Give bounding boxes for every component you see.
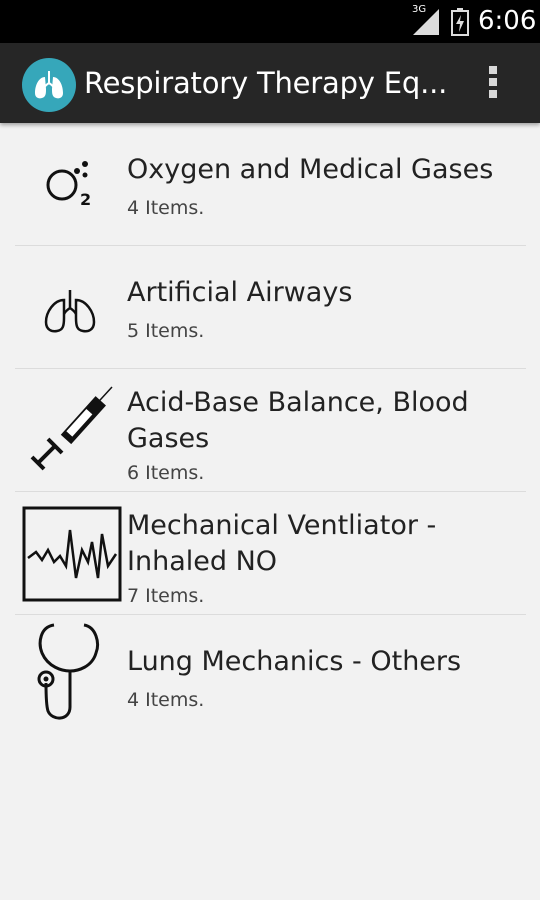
stethoscope-icon [18, 615, 118, 738]
lungs-logo-icon [35, 71, 63, 99]
overflow-menu-icon[interactable] [480, 62, 506, 106]
oxygen-icon: 2 [18, 123, 118, 246]
item-count: 7 Items. [127, 585, 205, 607]
item-title: Artificial Airways [127, 277, 353, 308]
item-count: 6 Items. [127, 462, 205, 484]
clock: 6:06 [478, 6, 537, 36]
lungs-icon [18, 246, 118, 369]
status-bar: 3G 6:06 [0, 0, 540, 43]
ventilator-icon [18, 492, 122, 615]
list-item[interactable]: Acid-Base Balance, Blood Gases 6 Items. [0, 369, 540, 492]
battery-icon [451, 8, 469, 36]
list-item[interactable]: Artificial Airways 5 Items. [0, 246, 540, 369]
item-count: 4 Items. [127, 689, 205, 711]
item-count: 4 Items. [127, 197, 205, 219]
item-title: Mechanical Ventliator - Inhaled NO [127, 510, 437, 577]
list-item[interactable]: 2 Oxygen and Medical Gases 4 Items. [0, 123, 540, 246]
list-item[interactable]: Lung Mechanics - Others 4 Items. [0, 615, 540, 738]
item-count: 5 Items. [127, 320, 205, 342]
item-title: Acid-Base Balance, Blood Gases [127, 387, 469, 454]
svg-text:2: 2 [80, 190, 91, 209]
signal-icon [413, 9, 439, 35]
item-title: Lung Mechanics - Others [127, 646, 462, 677]
list-item[interactable]: Mechanical Ventliator - Inhaled NO 7 Ite… [0, 492, 540, 615]
item-title: Oxygen and Medical Gases [127, 154, 494, 185]
syringe-icon [18, 369, 118, 492]
app-logo[interactable] [22, 58, 76, 112]
category-list: 2 Oxygen and Medical Gases 4 Items. Arti… [0, 123, 540, 738]
app-title: Respiratory Therapy Eq... [84, 66, 448, 100]
